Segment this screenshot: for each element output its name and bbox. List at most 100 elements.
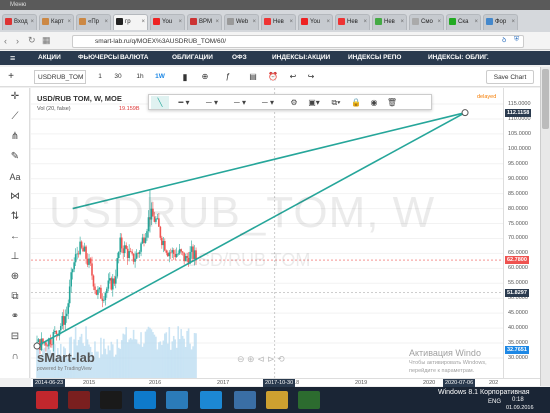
- skype-taskbar-icon[interactable]: [200, 391, 222, 409]
- ruler-icon[interactable]: ⊥: [8, 250, 22, 264]
- right-end-select[interactable]: ─ ▾: [255, 96, 281, 109]
- forward-icon[interactable]: ›: [16, 36, 19, 46]
- pitchfork-icon[interactable]: ⋔: [8, 130, 22, 144]
- nav-item[interactable]: ИНДЕКСЫ: ОБЛИГ.: [428, 51, 489, 65]
- browser-tab[interactable]: Вход ×: [2, 14, 37, 30]
- tab-close-icon[interactable]: ×: [104, 15, 108, 29]
- language-indicator[interactable]: ENG: [488, 399, 501, 405]
- tab-close-icon[interactable]: ×: [326, 15, 330, 29]
- grid-icon[interactable]: ▦: [42, 35, 51, 46]
- reload-icon[interactable]: ↻: [28, 35, 36, 46]
- clone-icon[interactable]: ⧉▾: [327, 96, 345, 109]
- clock-date[interactable]: 01.09.2016: [506, 405, 534, 411]
- browser-tab[interactable]: Фор ×: [483, 14, 518, 30]
- excel-taskbar-icon[interactable]: [298, 391, 320, 409]
- tab-close-icon[interactable]: ×: [67, 15, 71, 29]
- interval-button[interactable]: 30: [110, 70, 126, 84]
- back-icon[interactable]: ‹: [4, 36, 7, 46]
- save-chart-button[interactable]: Save Chart: [486, 70, 534, 84]
- calc-taskbar-icon[interactable]: [234, 391, 256, 409]
- nav-item[interactable]: ОФЗ: [232, 51, 247, 65]
- scrollbar-thumb[interactable]: [542, 69, 549, 129]
- tab-close-icon[interactable]: ×: [474, 15, 478, 29]
- settings-gear-icon[interactable]: ⚙: [287, 96, 301, 109]
- price-chart[interactable]: USD/RUB TOM, W, MOE Vol (20, false) 19.1…: [31, 88, 503, 378]
- browser-tab[interactable]: Карт ×: [39, 14, 74, 30]
- line-width-select[interactable]: ━ ▾: [171, 96, 197, 109]
- fibonacci-icon[interactable]: ⇅: [8, 210, 22, 224]
- price-axis[interactable]: 115.0000 110.0000 105.0000 100.0000 95.0000 9…: [503, 88, 540, 378]
- template-icon[interactable]: ▣▾: [305, 96, 323, 109]
- indicators-icon[interactable]: ƒ: [220, 70, 236, 84]
- hide-drawings-icon[interactable]: ⊟: [8, 330, 22, 344]
- magnet-mode-icon[interactable]: ∩: [8, 350, 22, 364]
- trendline-tool-icon[interactable]: ⟋: [8, 110, 22, 124]
- tab-close-icon[interactable]: ×: [178, 15, 182, 29]
- interval-button[interactable]: 1: [92, 70, 108, 84]
- redo-icon[interactable]: ↪: [304, 70, 318, 84]
- hide-eye-icon[interactable]: ◉: [367, 96, 381, 109]
- browser-tab[interactable]: Нев ×: [335, 14, 370, 30]
- tab-close-icon[interactable]: ×: [400, 15, 404, 29]
- left-end-select[interactable]: ─ ▾: [227, 96, 253, 109]
- browser-tab[interactable]: Нев ×: [261, 14, 296, 30]
- tab-close-icon[interactable]: ×: [215, 15, 219, 29]
- opera-extension-icon[interactable]: ꝺ: [502, 36, 506, 45]
- templates-icon[interactable]: ▤: [246, 70, 260, 84]
- line-style-select[interactable]: ─ ▾: [199, 96, 225, 109]
- symbol-input[interactable]: USDRUB_TOM: [34, 70, 86, 84]
- browser-tab[interactable]: Смо ×: [409, 14, 444, 30]
- line-color-icon[interactable]: ╲: [151, 96, 169, 109]
- nav-item[interactable]: ВАЛЮТА: [120, 51, 149, 65]
- shield-icon[interactable]: ⛨: [514, 36, 519, 44]
- tab-close-icon[interactable]: ×: [30, 15, 34, 29]
- pattern-icon[interactable]: ⋈: [8, 190, 22, 204]
- hamburger-menu-icon[interactable]: ≡: [10, 51, 15, 65]
- tab-close-icon[interactable]: ×: [252, 15, 256, 29]
- lock-drawings-icon[interactable]: ⚭: [8, 310, 22, 324]
- browser-tab[interactable]: Нев ×: [372, 14, 407, 30]
- tab-close-icon[interactable]: ×: [437, 15, 441, 29]
- alert-icon[interactable]: ⏰: [266, 70, 280, 84]
- browser-tab[interactable]: BPM ×: [187, 14, 222, 30]
- zoom-icon[interactable]: ⊕: [8, 270, 22, 284]
- page-scrollbar[interactable]: [540, 67, 550, 386]
- text-tool-icon[interactable]: Aa: [8, 170, 22, 184]
- explorer-taskbar-icon[interactable]: [266, 391, 288, 409]
- nav-item[interactable]: АКЦИИ: [38, 51, 61, 65]
- interval-button[interactable]: 1W: [152, 70, 168, 84]
- tab-close-icon[interactable]: ×: [511, 15, 515, 29]
- browser-tab[interactable]: гр ×: [113, 14, 148, 30]
- tab-close-icon[interactable]: ×: [363, 15, 367, 29]
- teamviewer-taskbar-icon[interactable]: [134, 391, 156, 409]
- terminal-taskbar-icon[interactable]: [68, 391, 90, 409]
- word-taskbar-icon[interactable]: [166, 391, 188, 409]
- replay-icon[interactable]: ↩: [286, 70, 300, 84]
- browser-tab[interactable]: Ска ×: [446, 14, 481, 30]
- delete-trash-icon[interactable]: 🗑: [385, 96, 399, 109]
- chart-style-icon[interactable]: ▮: [178, 70, 192, 84]
- browser-tab[interactable]: Web ×: [224, 14, 259, 30]
- nav-item[interactable]: ОБЛИГАЦИИ: [172, 51, 213, 65]
- nav-item[interactable]: ИНДЕКСЫ:АКЦИИ: [272, 51, 330, 65]
- opera-menu-label[interactable]: Меню: [10, 2, 26, 8]
- lock-icon[interactable]: 🔒: [349, 96, 363, 109]
- remove-drawings-icon[interactable]: ←: [8, 230, 22, 244]
- opera-taskbar-icon[interactable]: [36, 391, 58, 409]
- cursor-icon[interactable]: ✛: [8, 90, 22, 104]
- ie-taskbar-icon[interactable]: [100, 391, 122, 409]
- nav-item[interactable]: ФЬЮЧЕРСЫ: [78, 51, 119, 65]
- clock-time[interactable]: 0:18: [512, 397, 524, 403]
- compare-icon[interactable]: ⊕: [198, 70, 212, 84]
- time-axis[interactable]: 2014-06-232015201620172018201920202017-1…: [31, 378, 540, 387]
- browser-tab[interactable]: You ×: [150, 14, 185, 30]
- magnet-icon[interactable]: ⧉: [8, 290, 22, 304]
- crosshair-cursor-icon[interactable]: +: [4, 70, 18, 84]
- scroll-controls[interactable]: ⊖ ⊕ ⊲ ⊳ ⟲: [237, 354, 285, 365]
- browser-tab[interactable]: «Пр ×: [76, 14, 111, 30]
- tab-close-icon[interactable]: ×: [289, 15, 293, 29]
- url-input[interactable]: smart-lab.ru/q/MOEX%3AUSDRUB_TOM/60/: [72, 35, 524, 48]
- brush-icon[interactable]: ✎: [8, 150, 22, 164]
- browser-tab[interactable]: You ×: [298, 14, 333, 30]
- nav-item[interactable]: ИНДЕКСЫ РЕПО: [348, 51, 401, 65]
